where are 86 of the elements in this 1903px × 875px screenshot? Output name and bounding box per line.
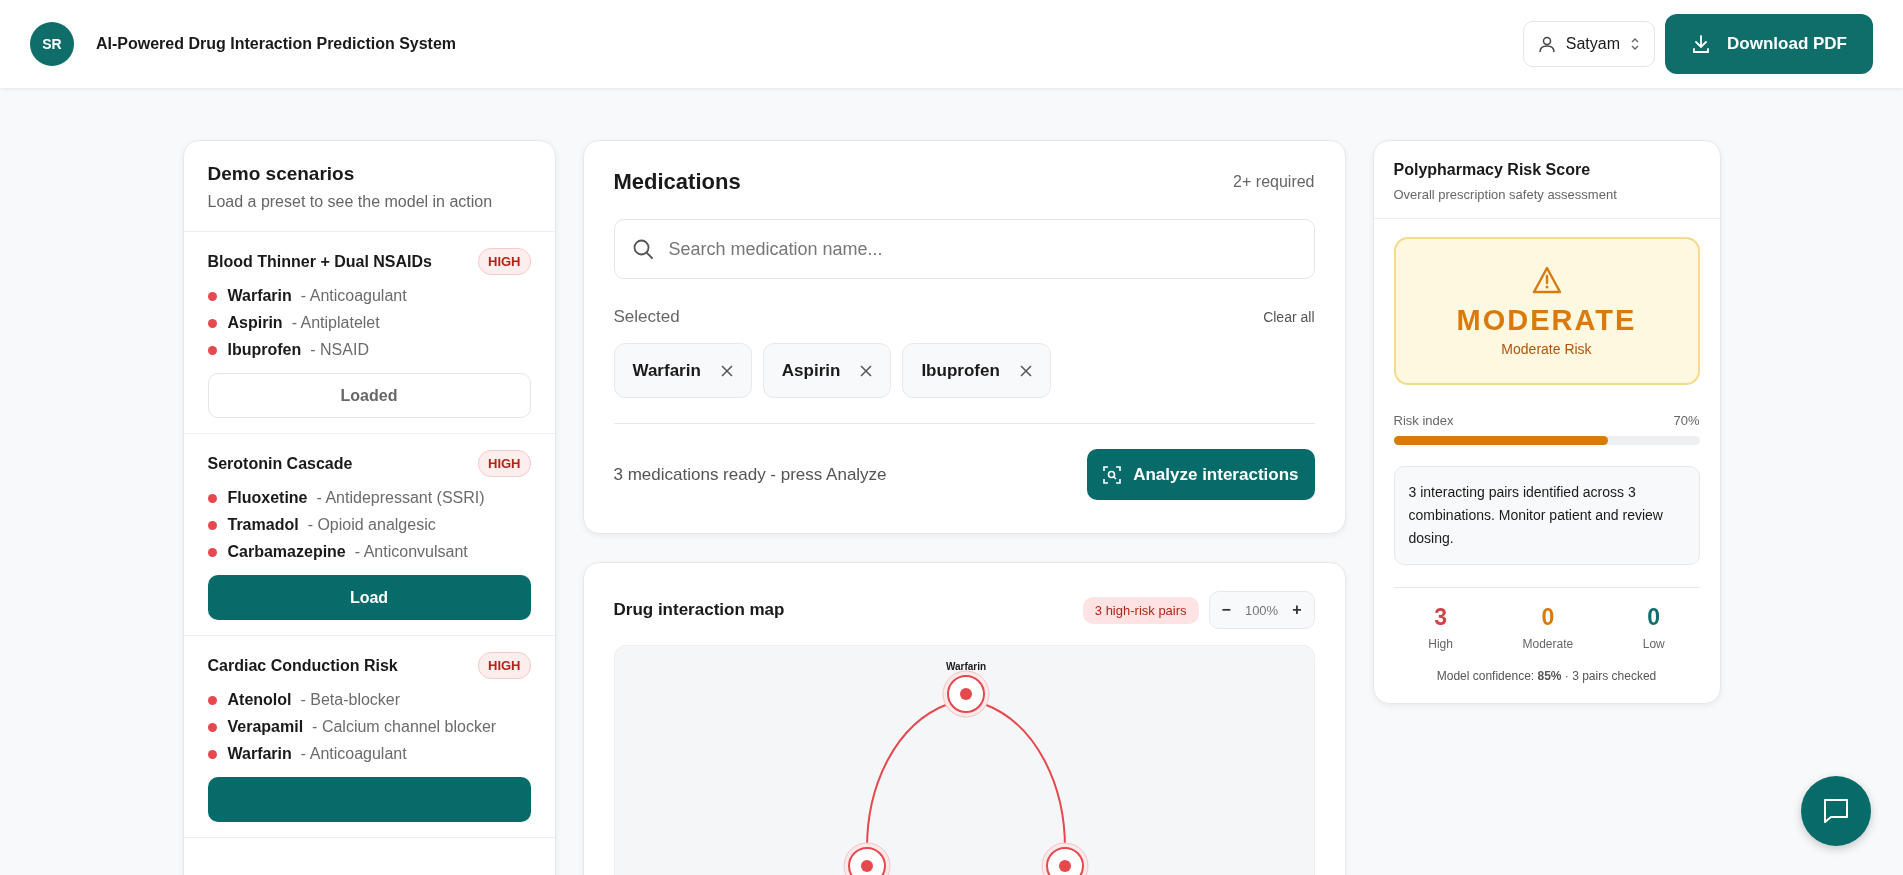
drug-class: - Anticoagulant (300, 745, 407, 763)
drug-class: - Antiplatelet (291, 314, 380, 332)
risk-index-label: Risk index (1393, 413, 1454, 428)
bullet-dot (207, 345, 217, 355)
count-value: 0 (1647, 604, 1661, 631)
risk-badge: HIGH (478, 450, 531, 477)
drug-name: Ibuprofen (227, 341, 302, 359)
drug-name: Carbamazepine (227, 543, 346, 561)
bullet-dot (207, 520, 217, 530)
download-icon (1691, 34, 1712, 54)
loaded-button[interactable]: Loaded (207, 373, 531, 418)
panel-title: Polypharmacy Risk Score (1393, 161, 1592, 179)
remove-button[interactable] (1019, 364, 1032, 377)
drug-name: Warfarin (227, 745, 292, 763)
drug-class: - Anticoagulant (300, 287, 407, 305)
remove-button[interactable] (860, 364, 873, 377)
scenario-title: Serotonin Cascade (207, 454, 353, 473)
drug-class: - Calcium channel blocker (312, 718, 497, 736)
selected-label: Selected (613, 307, 680, 327)
drug-class: - Beta-blocker (300, 691, 401, 709)
chat-bubble-icon (1822, 798, 1850, 824)
zoom-out-button[interactable]: − (1221, 601, 1231, 619)
count-value: 3 (1434, 604, 1447, 631)
bullet-dot (207, 695, 217, 705)
chip-label: Aspirin (781, 360, 841, 381)
scan-icon (1103, 465, 1122, 484)
bullet-dot (207, 722, 217, 732)
load-button[interactable]: Load (207, 575, 531, 620)
app-title: AI-Powered Drug Interaction Prediction System (96, 35, 458, 53)
count-label: High (1428, 637, 1453, 651)
chevron-up-down-icon (1630, 37, 1641, 51)
drug-name: Aspirin (227, 314, 283, 332)
bullet-dot (207, 547, 217, 557)
risk-badge: HIGH (478, 248, 531, 275)
panel-title: Medications (613, 169, 741, 195)
status-text: 3 medications ready - press Analyze (613, 464, 887, 485)
chip-label: Warfarin (632, 360, 701, 381)
drug-class: - NSAID (310, 341, 369, 359)
drug-node (942, 670, 989, 718)
risk-summary: 3 interacting pairs identified across 3 combinations. Monitor patient and review dosing. (1393, 466, 1700, 565)
search-icon (631, 238, 654, 260)
drug-name: Atenolol (227, 691, 292, 709)
close-icon (860, 364, 873, 377)
bullet-dot (207, 291, 217, 301)
analyze-button[interactable]: Analyze interactions (1087, 449, 1315, 500)
drug-class: - Anticonvulsant (354, 543, 468, 561)
count-label: Moderate (1522, 637, 1574, 651)
user-select[interactable]: Satyam (1522, 21, 1656, 67)
panel-subtitle: Overall prescription safety assessment (1393, 187, 1618, 202)
clear-all-link[interactable]: Clear all (1263, 309, 1315, 325)
zoom-reading: 100% (1244, 602, 1279, 618)
scenario-title: Cardiac Conduction Risk (207, 656, 398, 675)
close-icon (720, 364, 733, 377)
panel-title: Demo scenarios (207, 163, 356, 185)
node-label: Warfarin (945, 661, 986, 672)
drug-name: Warfarin (227, 287, 292, 305)
drug-name: Tramadol (227, 516, 299, 534)
download-pdf-button[interactable]: Download PDF (1665, 14, 1873, 74)
avatar: SR (30, 22, 74, 66)
bullet-dot (207, 749, 217, 759)
drug-class: - Opioid analgesic (307, 516, 436, 534)
scenario-title: Blood Thinner + Dual NSAIDs (207, 252, 432, 271)
chip-label: Ibuprofen (921, 360, 1000, 381)
risk-badge: HIGH (478, 652, 531, 679)
close-icon (1019, 364, 1032, 377)
panel-title: Drug interaction map (613, 600, 786, 620)
count-value: 0 (1541, 604, 1555, 631)
risk-index-reading: 70% (1673, 413, 1700, 428)
requirement-hint: 2+ required (1233, 173, 1315, 191)
drug-name: Verapamil (227, 718, 304, 736)
warning-icon (1531, 265, 1562, 294)
user-icon (1537, 35, 1556, 53)
risk-pairs-badge: 3 high-risk pairs (1082, 596, 1199, 624)
search-field[interactable]: Search medication name... (613, 219, 1315, 279)
risk-level: MODERATE (1456, 303, 1637, 337)
bullet-dot (207, 493, 217, 503)
drug-class: - Antidepressant (SSRI) (316, 489, 485, 507)
count-label: Low (1642, 637, 1665, 651)
drug-name: Fluoxetine (227, 489, 308, 507)
chat-button[interactable] (1801, 776, 1871, 846)
remove-button[interactable] (720, 364, 733, 377)
risk-level-label: Moderate Risk (1501, 340, 1592, 357)
model-confidence: Model confidence: 85% · 3 pairs checked (1435, 669, 1658, 683)
bullet-dot (207, 318, 217, 328)
panel-subtitle: Load a preset to see the model in action (207, 193, 494, 211)
zoom-in-button[interactable]: + (1292, 601, 1302, 619)
